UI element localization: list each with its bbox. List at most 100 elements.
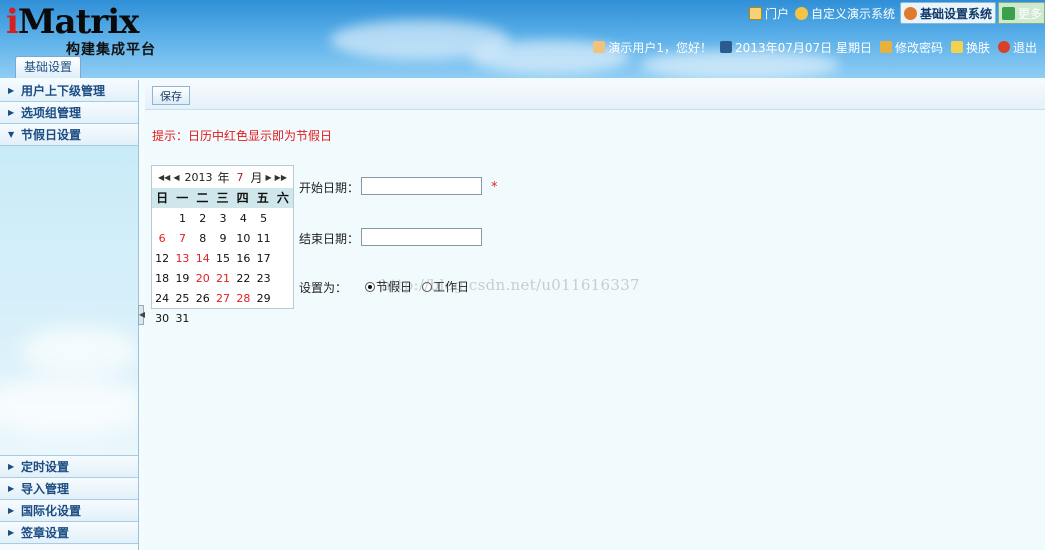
radio-holiday-control[interactable] — [365, 281, 375, 292]
calendar-day[interactable]: 26 — [193, 289, 213, 309]
chevron-down-icon — [1001, 6, 1015, 20]
sidebar-collapse-handle[interactable]: ◀ — [138, 305, 145, 325]
tab-base-settings[interactable]: 基础设置 — [15, 56, 82, 78]
calendar-day[interactable]: 29 — [253, 289, 273, 309]
sidebar-item-label: 选项组管理 — [21, 106, 82, 120]
calendar-month-label: 月 — [250, 170, 263, 185]
change-skin-link[interactable]: 换肤 — [966, 39, 990, 56]
sidebar-item-import[interactable]: ▶ 导入管理 — [0, 478, 138, 500]
weekday-header: 日 — [156, 191, 169, 205]
weekday-header: 一 — [176, 191, 189, 205]
hint-text: 提示：日历中红色显示即为节假日 — [152, 129, 333, 143]
calendar-day[interactable]: 25 — [172, 289, 192, 309]
calendar-day-grid: 1 2 3 4 5 6 7 8 9 10 11 12 13 14 15 16 17 18 19 20 21 22 23 24 2… — [152, 208, 293, 329]
calendar-day[interactable]: 4 — [233, 209, 253, 229]
calendar-day[interactable]: 15 — [213, 249, 233, 269]
sidebar-item-signature[interactable]: ▶ 签章设置 — [0, 522, 138, 544]
calendar-day[interactable]: 17 — [253, 249, 273, 269]
calendar-weekday-row: 日一二三四五六 — [152, 188, 293, 208]
current-date: 2013年07月07日 星期日 — [735, 40, 872, 55]
end-date-input[interactable] — [361, 228, 482, 246]
sidebar-item-option-groups[interactable]: ▶ 选项组管理 — [0, 102, 138, 124]
logout-link[interactable]: 退出 — [1013, 39, 1037, 56]
calendar-day[interactable]: 16 — [233, 249, 253, 269]
calendar-day[interactable]: 3 — [213, 209, 233, 229]
calendar-day[interactable]: 8 — [193, 229, 213, 249]
calendar-day-holiday[interactable]: 14 — [193, 249, 213, 269]
sidebar-item-label: 定时设置 — [21, 460, 70, 474]
calendar-day-holiday[interactable]: 28 — [233, 289, 253, 309]
save-button[interactable]: 保存 — [152, 86, 190, 105]
nav-portal[interactable]: 门户 — [746, 2, 792, 24]
calendar-day[interactable]: 19 — [172, 269, 192, 289]
chevron-right-icon: ▶ — [8, 462, 15, 471]
app-logo: iMatrix 构建集成平台 — [6, 2, 206, 58]
calendar-blank-cell — [152, 209, 172, 229]
calendar-day[interactable]: 31 — [172, 309, 192, 329]
calendar-header: ◀◀ ◀ 2013 年 7 月 ▶ ▶▶ — [152, 166, 293, 188]
calendar-day[interactable]: 18 — [152, 269, 172, 289]
chevron-right-icon: ▶ — [8, 506, 15, 515]
calendar-day[interactable]: 9 — [213, 229, 233, 249]
user-icon — [593, 41, 606, 53]
weekday-header: 六 — [276, 191, 289, 205]
user-bar: 演示用户1，您好！ 2013年07月07日 星期日 修改密码 换肤 退出 — [587, 38, 1039, 56]
prev-month-icon[interactable]: ◀ — [173, 173, 179, 182]
calendar-day-holiday[interactable]: 13 — [172, 249, 192, 269]
nav-portal-label: 门户 — [764, 6, 789, 21]
calendar-day[interactable]: 23 — [253, 269, 273, 289]
calendar-day[interactable]: 11 — [253, 229, 273, 249]
sidebar-item-timer-settings[interactable]: ▶ 定时设置 — [0, 456, 138, 478]
calendar-day-holiday[interactable]: 27 — [213, 289, 233, 309]
end-date-label: 结束日期： — [299, 232, 360, 246]
power-icon — [997, 41, 1010, 53]
calendar-year: 2013 — [184, 170, 213, 184]
lock-icon — [879, 41, 892, 53]
next-month-icon[interactable]: ▶ — [266, 173, 272, 182]
calendar-day[interactable]: 12 — [152, 249, 172, 269]
weekday-header: 四 — [236, 191, 249, 205]
weekday-header: 三 — [216, 191, 229, 205]
change-password-link[interactable]: 修改密码 — [895, 39, 943, 56]
home-icon — [748, 6, 762, 20]
sidebar-item-label: 节假日设置 — [21, 128, 82, 142]
sidebar-item-label: 国际化设置 — [21, 504, 82, 518]
calendar-day[interactable]: 22 — [233, 269, 253, 289]
holiday-calendar: ◀◀ ◀ 2013 年 7 月 ▶ ▶▶ 日一二三四五六 1 2 3 4 5 6 7 8 9 10… — [151, 165, 294, 325]
start-date-input[interactable] — [361, 177, 482, 195]
calendar-day[interactable]: 2 — [193, 209, 213, 229]
chevron-right-icon: ▶ — [8, 528, 15, 537]
sidebar-item-label: 导入管理 — [21, 482, 70, 496]
calendar-day-holiday[interactable]: 7 — [172, 229, 192, 249]
sidebar-panel — [0, 146, 138, 456]
shirt-icon — [950, 41, 963, 53]
prev-year-icon[interactable]: ◀◀ — [158, 173, 170, 182]
calendar-day-holiday[interactable]: 6 — [152, 229, 172, 249]
nav-base-settings[interactable]: 基础设置系统 — [899, 2, 996, 24]
panel-cloud — [0, 376, 138, 436]
calendar-day-holiday[interactable]: 20 — [193, 269, 213, 289]
chevron-down-icon: ▼ — [8, 130, 15, 139]
sidebar-item-user-hierarchy[interactable]: ▶ 用户上下级管理 — [0, 80, 138, 102]
next-year-icon[interactable]: ▶▶ — [275, 173, 287, 182]
chevron-right-icon: ▶ — [8, 86, 15, 95]
sidebar-item-i18n[interactable]: ▶ 国际化设置 — [0, 500, 138, 522]
logo-wordmark: iMatrix — [6, 2, 139, 42]
nav-more[interactable]: 更多 — [997, 2, 1045, 24]
start-date-label: 开始日期： — [299, 181, 360, 195]
nav-custom-demo-label: 自定义演示系统 — [810, 6, 895, 21]
sidebar-item-holiday-settings[interactable]: ▼ 节假日设置 — [0, 124, 138, 146]
nav-custom-demo[interactable]: 自定义演示系统 — [792, 2, 898, 24]
nav-more-label: 更多 — [1017, 6, 1042, 21]
watermark: http://blog.csdn.net/u011616337 — [381, 276, 640, 294]
calendar-day-holiday[interactable]: 21 — [213, 269, 233, 289]
calendar-day[interactable]: 30 — [152, 309, 172, 329]
calendar-day[interactable]: 1 — [172, 209, 192, 229]
calendar-day[interactable]: 5 — [253, 209, 273, 229]
panel-cloud — [20, 326, 138, 376]
settings-icon — [903, 6, 917, 20]
calendar-month: 7 — [236, 170, 244, 184]
calendar-day[interactable]: 24 — [152, 289, 172, 309]
weekday-header: 二 — [196, 191, 209, 205]
calendar-day[interactable]: 10 — [233, 229, 253, 249]
